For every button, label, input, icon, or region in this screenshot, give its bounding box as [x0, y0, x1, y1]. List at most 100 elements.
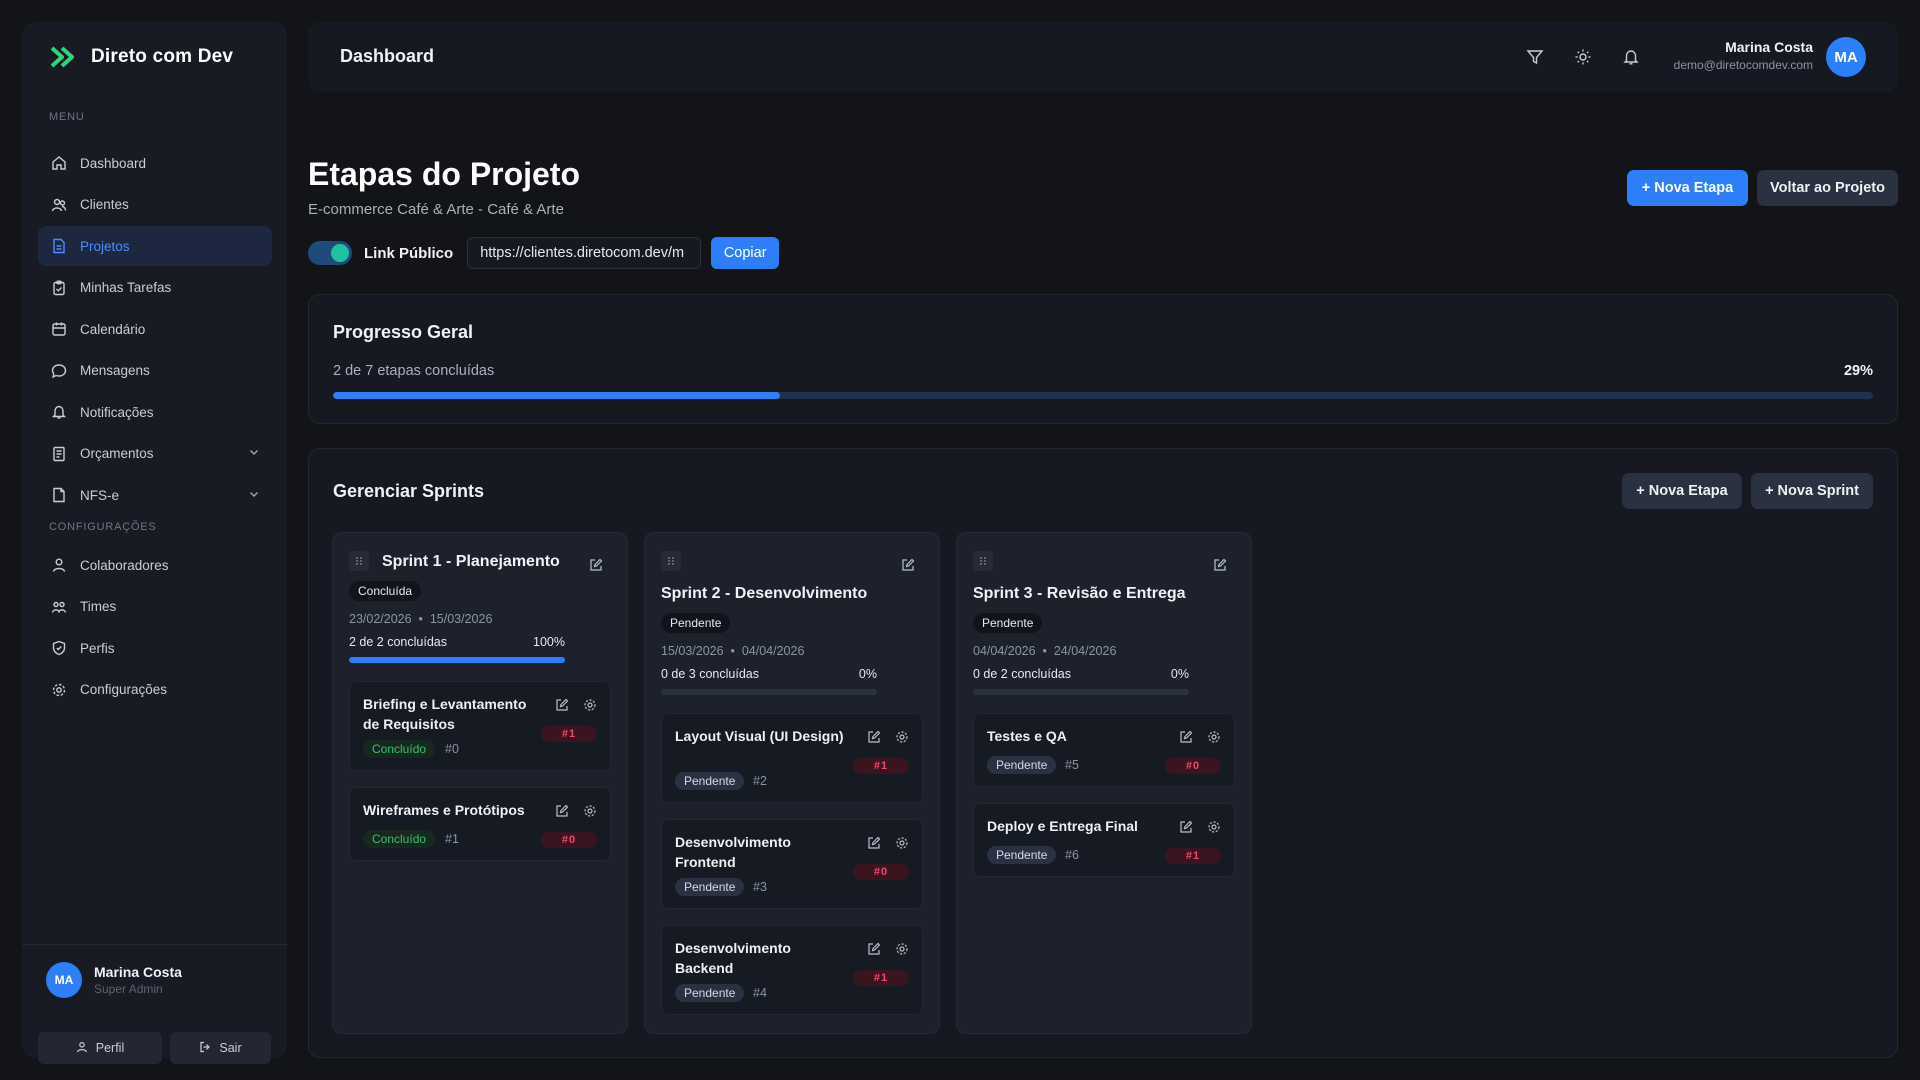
sprint-dates: 15/03/2026 • 04/04/2026 [661, 644, 805, 658]
task-title: Desenvolvimento Frontend [675, 834, 791, 870]
task-number: #2 [753, 774, 767, 788]
sidebar-item-colaboradores[interactable]: Colaboradores [38, 545, 272, 585]
chevron-down-icon[interactable] [248, 488, 260, 503]
task-card[interactable]: Layout Visual (UI Design) #1 Pendente #2 [661, 713, 923, 803]
progress-track [333, 392, 1873, 399]
progress-title: Progresso Geral [333, 322, 474, 342]
task-status-badge: Pendente [675, 984, 745, 1002]
gear-icon[interactable] [895, 730, 909, 749]
avatar[interactable]: MA [1826, 37, 1866, 77]
edit-icon[interactable] [1179, 730, 1193, 749]
brand[interactable]: Direto com Dev [49, 42, 233, 72]
edit-icon[interactable] [555, 804, 569, 823]
gear-icon[interactable] [895, 942, 909, 961]
task-status-badge: Pendente [987, 756, 1057, 774]
sidebar-item-label: Projetos [80, 238, 130, 254]
sidebar-item-minhas-tarefas[interactable]: Minhas Tarefas [38, 268, 272, 308]
edit-icon[interactable] [867, 942, 881, 961]
gear-icon[interactable] [1207, 730, 1221, 749]
edit-icon[interactable] [587, 556, 605, 574]
config-section-label: CONFIGURAÇÕES [49, 521, 157, 533]
edit-icon[interactable] [899, 556, 917, 574]
gear-icon [50, 681, 68, 699]
new-sprint-button[interactable]: + Nova Sprint [1751, 473, 1873, 509]
team-icon [50, 598, 68, 616]
gear-icon[interactable] [895, 836, 909, 855]
user-group-icon [50, 556, 68, 574]
task-status-badge: Pendente [987, 846, 1057, 864]
drag-handle-icon[interactable] [349, 551, 369, 571]
sprint-progress-track [349, 657, 565, 663]
topbar-user[interactable]: Marina Costa demo@diretocomdev.com [1674, 39, 1813, 72]
sidebar: Direto com Dev MENU Dashboard Clientes P… [22, 22, 287, 1064]
sidebar-item-orcamentos[interactable]: Orçamentos [38, 434, 272, 474]
task-title: Wireframes e Protótipos [363, 802, 525, 818]
task-number: #1 [445, 832, 459, 846]
sprint-end-date: 15/03/2026 [429, 612, 493, 626]
topbar-user-email: demo@diretocomdev.com [1673, 58, 1813, 72]
sprint-progress-text: 0 de 2 concluídas [973, 667, 1071, 681]
sidebar-item-dashboard[interactable]: Dashboard [38, 143, 272, 183]
sidebar-item-nfse[interactable]: NFS-e [38, 475, 272, 515]
sprint-progress-row: 0 de 2 concluídas 0% [973, 667, 1189, 681]
filter-icon[interactable] [1524, 46, 1546, 68]
sidebar-item-configuracoes[interactable]: Configurações [38, 670, 272, 710]
drag-handle-icon[interactable] [973, 551, 993, 571]
sun-icon[interactable] [1572, 46, 1594, 68]
drag-handle-icon[interactable] [661, 551, 681, 571]
shield-icon [50, 639, 68, 657]
task-card[interactable]: Desenvolvimento Frontend #0 Pendente #3 [661, 819, 923, 909]
clipboard-icon [50, 279, 68, 297]
sidebar-item-clientes[interactable]: Clientes [38, 185, 272, 225]
user-name: Marina Costa [94, 964, 182, 980]
sidebar-item-projetos[interactable]: Projetos [38, 226, 272, 266]
sidebar-item-notificacoes[interactable]: Notificações [38, 392, 272, 432]
document-icon [50, 237, 68, 255]
priority-badge: #0 [1165, 758, 1221, 774]
task-card[interactable]: Testes e QA #0 Pendente #5 [973, 713, 1235, 787]
sprint-progress-track [661, 689, 877, 695]
task-card[interactable]: Desenvolvimento Backend #1 Pendente #4 [661, 925, 923, 1015]
task-card[interactable]: Deploy e Entrega Final #1 Pendente #6 [973, 803, 1235, 877]
edit-icon[interactable] [1179, 820, 1193, 839]
sprints-title: Gerenciar Sprints [333, 481, 485, 501]
task-number: #0 [445, 742, 459, 756]
sprint-dates: 23/02/2026 • 15/03/2026 [349, 612, 493, 626]
new-stage-button[interactable]: + Nova Etapa [1627, 170, 1748, 206]
edit-icon[interactable] [1211, 556, 1229, 574]
gear-icon[interactable] [583, 804, 597, 823]
file-icon [50, 486, 68, 504]
sidebar-item-perfis[interactable]: Perfis [38, 628, 272, 668]
task-card[interactable]: Briefing e Levantamento de Requisitos #1… [349, 681, 611, 771]
receipt-icon [50, 445, 68, 463]
brand-name: Direto com Dev [91, 46, 234, 67]
gear-icon[interactable] [583, 698, 597, 717]
task-actions [867, 730, 909, 749]
public-link-toggle[interactable] [308, 241, 352, 265]
double-chevron-logo [49, 42, 79, 72]
sidebar-item-calendario[interactable]: Calendário [38, 309, 272, 349]
profile-button[interactable]: Perfil [38, 1032, 162, 1064]
sidebar-item-times[interactable]: Times [38, 587, 272, 627]
logout-icon [199, 1041, 211, 1056]
edit-icon[interactable] [555, 698, 569, 717]
chevron-down-icon[interactable] [248, 446, 260, 461]
priority-badge: #1 [853, 970, 909, 986]
edit-icon[interactable] [867, 836, 881, 855]
back-to-project-button[interactable]: Voltar ao Projeto [1757, 170, 1898, 206]
new-stage-button[interactable]: + Nova Etapa [1622, 473, 1742, 509]
gear-icon[interactable] [1207, 820, 1221, 839]
logout-button[interactable]: Sair [170, 1032, 271, 1064]
edit-icon[interactable] [867, 730, 881, 749]
bell-icon[interactable] [1620, 46, 1642, 68]
task-card[interactable]: Wireframes e Protótipos #0 Concluído #1 [349, 787, 611, 861]
sprint-progress-percent: 100% [533, 635, 565, 649]
copy-button[interactable]: Copiar [711, 237, 780, 269]
config-nav: Colaboradores Times Perfis Configurações [38, 545, 272, 711]
user-role: Super Admin [94, 982, 163, 996]
sidebar-item-mensagens[interactable]: Mensagens [38, 351, 272, 391]
topbar-title: Dashboard [340, 46, 435, 66]
sidebar-item-label: Mensagens [80, 363, 150, 378]
public-link-input[interactable] [467, 237, 702, 269]
sidebar-item-label: NFS-e [80, 487, 120, 503]
